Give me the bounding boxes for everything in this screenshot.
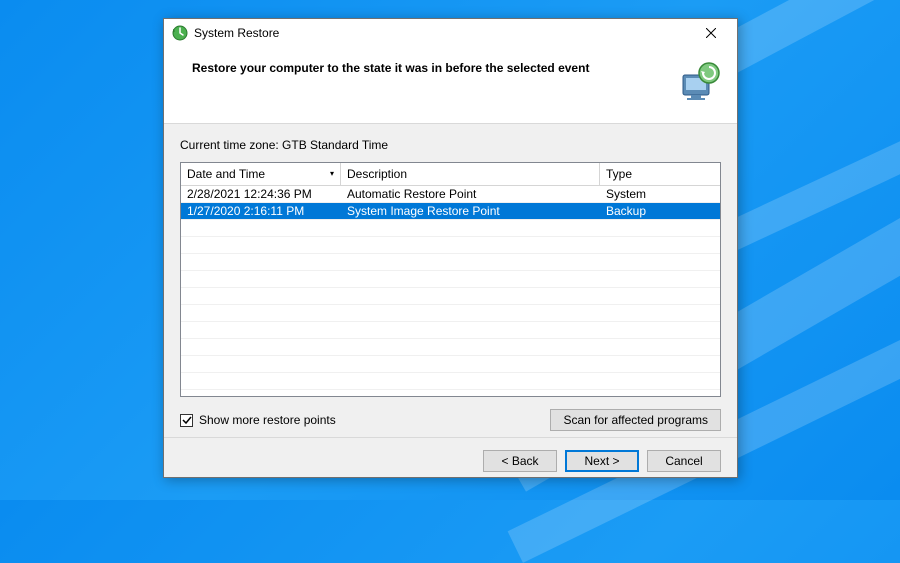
system-restore-icon [172, 25, 188, 41]
table-body: 2/28/2021 12:24:36 PMAutomatic Restore P… [181, 186, 720, 397]
cell-description [341, 271, 600, 287]
column-type[interactable]: Type [600, 163, 720, 185]
dialog-footer: < Back Next > Cancel [164, 437, 737, 484]
cell-type [600, 356, 720, 372]
checkmark-icon [182, 415, 192, 425]
cell-type: Backup [600, 203, 720, 219]
timezone-label: Current time zone: GTB Standard Time [180, 138, 721, 152]
cell-type [600, 271, 720, 287]
cell-description [341, 237, 600, 253]
close-button[interactable] [691, 19, 731, 47]
system-restore-dialog: System Restore Restore your computer to … [163, 18, 738, 478]
column-label: Date and Time [187, 167, 265, 181]
cell-description: System Image Restore Point [341, 203, 600, 219]
checkbox-label: Show more restore points [199, 413, 336, 427]
cell-type [600, 254, 720, 270]
table-row [181, 271, 720, 288]
table-row [181, 339, 720, 356]
close-icon [706, 28, 716, 38]
cell-type [600, 237, 720, 253]
cell-date-time [181, 254, 341, 270]
cell-description [341, 339, 600, 355]
cell-type [600, 288, 720, 304]
cell-date-time [181, 356, 341, 372]
sort-descending-icon: ▾ [330, 169, 334, 178]
cell-type [600, 390, 720, 397]
cell-date-time [181, 322, 341, 338]
column-description[interactable]: Description [341, 163, 600, 185]
cell-date-time [181, 220, 341, 236]
cell-description: Automatic Restore Point [341, 186, 600, 202]
cell-date-time [181, 237, 341, 253]
below-table-row: Show more restore points Scan for affect… [180, 409, 721, 431]
cell-type [600, 373, 720, 389]
table-row [181, 322, 720, 339]
checkbox-box [180, 414, 193, 427]
table-row [181, 373, 720, 390]
dialog-content: Current time zone: GTB Standard Time Dat… [164, 124, 737, 437]
table-row[interactable]: 1/27/2020 2:16:11 PMSystem Image Restore… [181, 203, 720, 220]
cell-type: System [600, 186, 720, 202]
cell-description [341, 220, 600, 236]
restore-header-icon [677, 61, 721, 105]
cell-date-time [181, 390, 341, 397]
table-row [181, 220, 720, 237]
cell-date-time [181, 288, 341, 304]
cell-date-time [181, 271, 341, 287]
table-row[interactable]: 2/28/2021 12:24:36 PMAutomatic Restore P… [181, 186, 720, 203]
table-header: Date and Time ▾ Description Type [181, 163, 720, 186]
cell-description [341, 288, 600, 304]
column-date-time[interactable]: Date and Time ▾ [181, 163, 341, 185]
show-more-checkbox[interactable]: Show more restore points [180, 413, 336, 427]
cell-date-time [181, 305, 341, 321]
table-row [181, 237, 720, 254]
table-row [181, 390, 720, 397]
cell-description [341, 373, 600, 389]
cell-type [600, 305, 720, 321]
cancel-button[interactable]: Cancel [647, 450, 721, 472]
table-row [181, 288, 720, 305]
cell-type [600, 339, 720, 355]
cell-description [341, 322, 600, 338]
cell-date-time: 1/27/2020 2:16:11 PM [181, 203, 341, 219]
cell-type [600, 322, 720, 338]
table-row [181, 356, 720, 373]
cell-date-time [181, 339, 341, 355]
table-row [181, 254, 720, 271]
cell-description [341, 390, 600, 397]
dialog-header: Restore your computer to the state it wa… [164, 47, 737, 124]
cell-description [341, 254, 600, 270]
restore-points-table: Date and Time ▾ Description Type 2/28/20… [180, 162, 721, 397]
cell-type [600, 220, 720, 236]
cell-description [341, 305, 600, 321]
window-title: System Restore [194, 26, 691, 40]
next-button[interactable]: Next > [565, 450, 639, 472]
table-row [181, 305, 720, 322]
cell-date-time [181, 373, 341, 389]
scan-affected-button[interactable]: Scan for affected programs [550, 409, 721, 431]
cell-date-time: 2/28/2021 12:24:36 PM [181, 186, 341, 202]
back-button[interactable]: < Back [483, 450, 557, 472]
header-text: Restore your computer to the state it wa… [192, 61, 669, 75]
cell-description [341, 356, 600, 372]
titlebar: System Restore [164, 19, 737, 47]
